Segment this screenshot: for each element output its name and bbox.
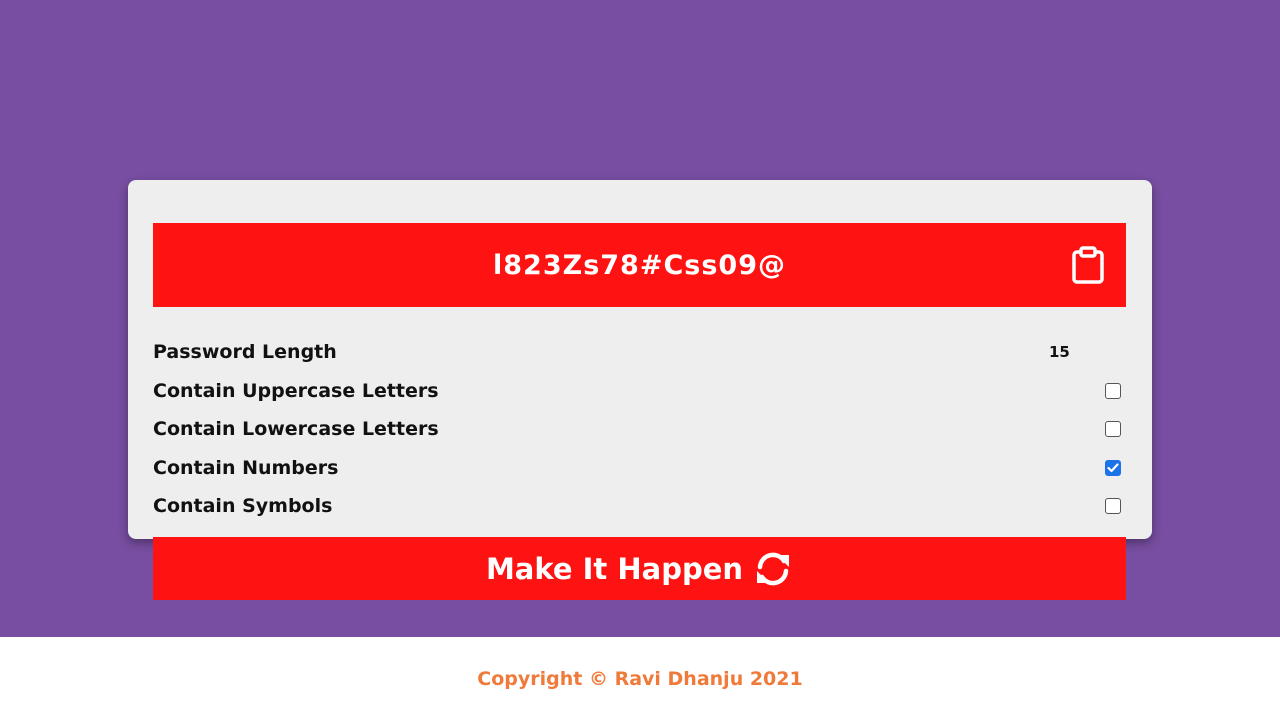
numbers-label: Contain Numbers: [153, 456, 339, 479]
page-background: l823Zs78#Css09@ Password Length Contain …: [0, 0, 1280, 637]
refresh-icon: [753, 551, 793, 587]
setting-row-lowercase: Contain Lowercase Letters: [153, 410, 1126, 449]
password-output: l823Zs78#Css09@: [493, 249, 786, 281]
password-result-box: l823Zs78#Css09@: [153, 223, 1126, 307]
symbols-checkbox[interactable]: [1105, 498, 1121, 514]
settings-list: Password Length Contain Uppercase Letter…: [153, 333, 1126, 526]
lowercase-label: Contain Lowercase Letters: [153, 418, 439, 441]
footer: Copyright © Ravi Dhanju 2021: [0, 637, 1280, 720]
numbers-checkbox[interactable]: [1105, 459, 1121, 476]
copy-button[interactable]: [1066, 243, 1110, 287]
password-length-input[interactable]: [1033, 341, 1109, 363]
copyright-text: Copyright © Ravi Dhanju 2021: [477, 667, 803, 690]
clipboard-icon: [1072, 246, 1104, 284]
uppercase-label: Contain Uppercase Letters: [153, 379, 439, 402]
password-length-label: Password Length: [153, 341, 337, 364]
setting-row-numbers: Contain Numbers: [153, 449, 1126, 488]
make-it-happen-label: Make It Happen: [485, 551, 744, 586]
make-it-happen-button[interactable]: Make It Happen: [153, 537, 1126, 600]
setting-row-symbols: Contain Symbols: [153, 487, 1126, 526]
checkmark-icon: [1107, 462, 1119, 472]
uppercase-checkbox[interactable]: [1105, 382, 1121, 399]
generator-card: l823Zs78#Css09@ Password Length Contain …: [128, 180, 1152, 539]
lowercase-checkbox[interactable]: [1105, 421, 1121, 437]
setting-row-uppercase: Contain Uppercase Letters: [153, 372, 1126, 411]
setting-row-length: Password Length: [153, 333, 1126, 372]
symbols-label: Contain Symbols: [153, 495, 333, 518]
